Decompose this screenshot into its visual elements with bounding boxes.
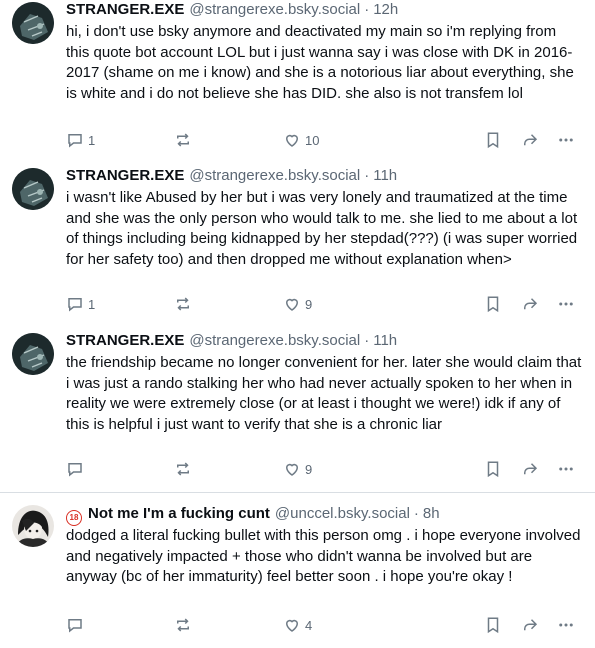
share-icon — [520, 616, 540, 634]
like-count: 9 — [305, 461, 313, 477]
share-button[interactable] — [520, 616, 540, 634]
post-header: 18 Not me I'm a fucking cunt @unccel.bsk… — [66, 504, 583, 526]
avatar-image — [12, 168, 54, 210]
repost-button[interactable] — [174, 131, 192, 149]
bookmark-button[interactable] — [484, 295, 502, 313]
more-button[interactable] — [557, 131, 575, 149]
handle[interactable]: @strangerexe.bsky.social — [189, 166, 360, 186]
avatar[interactable] — [12, 2, 54, 44]
like-button[interactable]: 9 — [283, 295, 312, 313]
post[interactable]: STRANGER.EXE @strangerexe.bsky.social · … — [0, 331, 595, 491]
repost-icon — [174, 295, 192, 313]
repost-button[interactable] — [174, 460, 192, 478]
reply-count: 1 — [88, 296, 96, 312]
handle[interactable]: @unccel.bsky.social — [275, 504, 410, 524]
timestamp[interactable]: 11h — [373, 166, 397, 186]
repost-icon — [174, 131, 192, 149]
share-icon — [520, 460, 540, 478]
reply-count: 1 — [88, 132, 96, 148]
more-icon — [557, 295, 575, 313]
bookmark-icon — [484, 131, 502, 149]
bookmark-button[interactable] — [484, 460, 502, 478]
age-rating-badge: 18 — [66, 510, 82, 526]
share-button[interactable] — [520, 460, 540, 478]
post-actions: 1 10 — [0, 131, 595, 151]
share-icon — [520, 295, 540, 313]
post-header: STRANGER.EXE @strangerexe.bsky.social · … — [66, 331, 583, 351]
reply-button[interactable]: 1 — [66, 131, 95, 149]
separator: · — [364, 167, 370, 184]
share-icon — [520, 131, 540, 149]
separator: · — [413, 505, 419, 522]
post[interactable]: 18 Not me I'm a fucking cunt @unccel.bsk… — [0, 492, 595, 648]
separator: · — [364, 1, 370, 18]
display-name[interactable]: STRANGER.EXE — [66, 166, 184, 186]
bookmark-icon — [484, 295, 502, 313]
avatar-image — [12, 2, 54, 44]
repost-icon — [174, 616, 192, 634]
reply-icon — [66, 131, 84, 149]
separator: · — [364, 332, 370, 349]
timestamp[interactable]: 11h — [373, 331, 397, 351]
like-count: 9 — [305, 296, 313, 312]
post-text: dodged a literal fucking bullet with thi… — [66, 527, 581, 585]
avatar[interactable] — [12, 333, 54, 375]
post-text: the friendship became no longer convenie… — [66, 354, 582, 433]
handle[interactable]: @strangerexe.bsky.social — [189, 331, 360, 351]
reply-button[interactable] — [66, 616, 84, 634]
post-actions: 4 — [0, 616, 595, 636]
post-header: STRANGER.EXE @strangerexe.bsky.social · … — [66, 0, 583, 20]
display-name[interactable]: STRANGER.EXE — [66, 331, 184, 351]
post-text: i wasn't like Abused by her but i was ve… — [66, 189, 578, 268]
repost-button[interactable] — [174, 295, 192, 313]
post-text: hi, i don't use bsky anymore and deactiv… — [66, 23, 574, 102]
like-button[interactable]: 4 — [283, 616, 312, 634]
reply-button[interactable] — [66, 460, 84, 478]
like-count: 4 — [305, 617, 313, 633]
more-icon — [557, 460, 575, 478]
like-button[interactable]: 9 — [283, 460, 312, 478]
post[interactable]: STRANGER.EXE @strangerexe.bsky.social · … — [0, 166, 595, 326]
more-icon — [557, 131, 575, 149]
heart-icon — [283, 460, 301, 478]
display-name[interactable]: STRANGER.EXE — [66, 0, 184, 20]
reply-button[interactable]: 1 — [66, 295, 95, 313]
timestamp[interactable]: 8h — [423, 504, 440, 524]
heart-icon — [283, 616, 301, 634]
more-icon — [557, 616, 575, 634]
more-button[interactable] — [557, 460, 575, 478]
share-button[interactable] — [520, 131, 540, 149]
timestamp[interactable]: 12h — [373, 0, 398, 20]
handle[interactable]: @strangerexe.bsky.social — [189, 0, 360, 20]
share-button[interactable] — [520, 295, 540, 313]
display-name[interactable]: Not me I'm a fucking cunt — [88, 504, 270, 524]
avatar[interactable] — [12, 505, 54, 547]
thread: STRANGER.EXE @strangerexe.bsky.social · … — [0, 0, 595, 647]
post[interactable]: STRANGER.EXE @strangerexe.bsky.social · … — [0, 0, 595, 160]
bookmark-icon — [484, 460, 502, 478]
like-button[interactable]: 10 — [283, 131, 319, 149]
heart-icon — [283, 131, 301, 149]
bookmark-icon — [484, 616, 502, 634]
more-button[interactable] — [557, 295, 575, 313]
post-header: STRANGER.EXE @strangerexe.bsky.social · … — [66, 166, 583, 186]
post-actions: 9 — [0, 460, 595, 480]
avatar-image — [12, 333, 54, 375]
avatar-image — [12, 505, 54, 547]
post-actions: 1 9 — [0, 295, 595, 315]
like-count: 10 — [305, 132, 320, 148]
repost-icon — [174, 460, 192, 478]
bookmark-button[interactable] — [484, 616, 502, 634]
avatar[interactable] — [12, 168, 54, 210]
more-button[interactable] — [557, 616, 575, 634]
reply-icon — [66, 616, 84, 634]
bookmark-button[interactable] — [484, 131, 502, 149]
reply-icon — [66, 460, 84, 478]
heart-icon — [283, 295, 301, 313]
repost-button[interactable] — [174, 616, 192, 634]
reply-icon — [66, 295, 84, 313]
